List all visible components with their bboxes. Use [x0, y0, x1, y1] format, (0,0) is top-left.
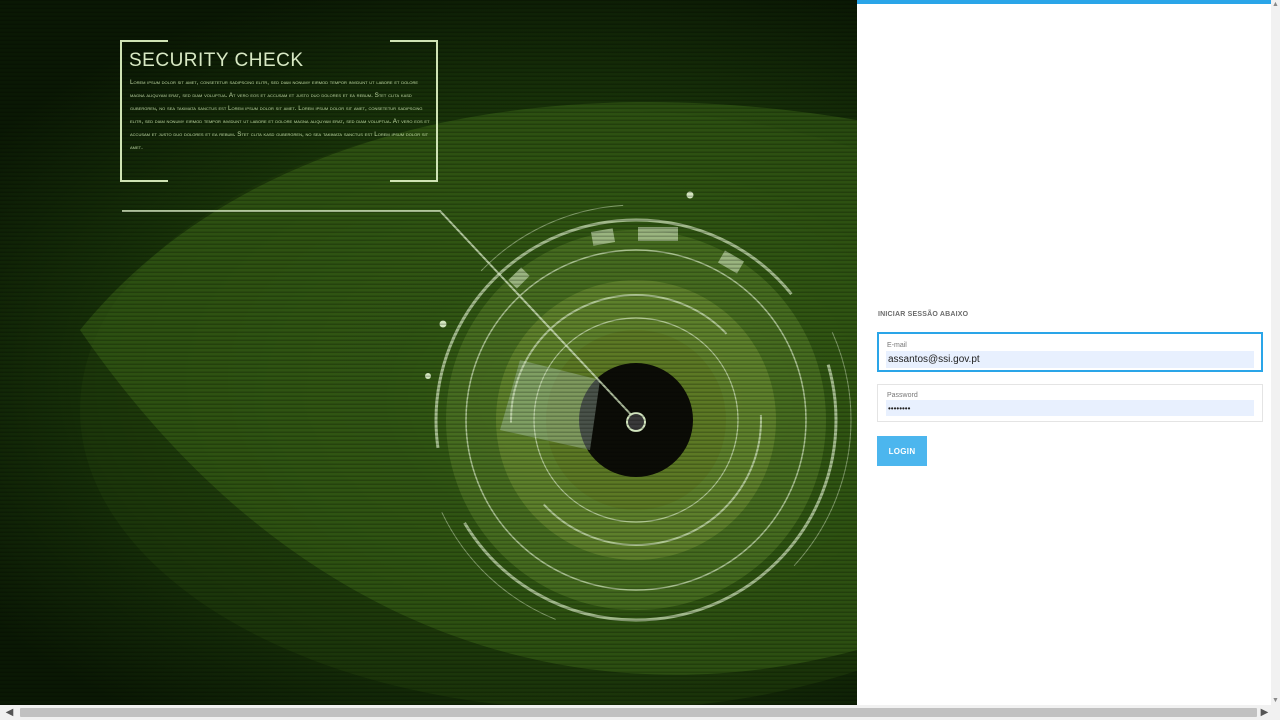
security-check-text: Lorem ipsum dolor sit amet, consetetur s…: [130, 79, 430, 151]
login-panel: INICIAR SESSÃO ABAIXO E-mail Password LO…: [857, 0, 1271, 705]
horizontal-scrollbar[interactable]: ◀ ▶: [0, 705, 1280, 720]
horizontal-scroll-thumb[interactable]: [20, 708, 1257, 717]
accent-top-bar: [857, 0, 1271, 4]
security-check-box: SECURITY CHECK Lorem ipsum dolor sit ame…: [120, 40, 438, 182]
signin-heading: INICIAR SESSÃO ABAIXO: [878, 311, 969, 318]
scroll-left-icon[interactable]: ◀: [2, 705, 17, 720]
email-field[interactable]: E-mail: [877, 332, 1263, 372]
security-check-title: SECURITY CHECK: [129, 50, 304, 71]
scroll-up-icon[interactable]: ▲: [1271, 0, 1280, 9]
login-button[interactable]: LOGIN: [877, 436, 927, 466]
vertical-scrollbar[interactable]: ▲ ▼: [1271, 0, 1280, 705]
hero-image: SECURITY CHECK Lorem ipsum dolor sit ame…: [0, 0, 857, 705]
scroll-right-icon[interactable]: ▶: [1257, 705, 1272, 720]
email-input[interactable]: [886, 351, 1254, 368]
scroll-down-icon[interactable]: ▼: [1271, 696, 1280, 705]
email-label: E-mail: [887, 342, 907, 349]
password-input[interactable]: [886, 400, 1254, 416]
password-field[interactable]: Password: [877, 384, 1263, 422]
password-label: Password: [887, 392, 918, 399]
